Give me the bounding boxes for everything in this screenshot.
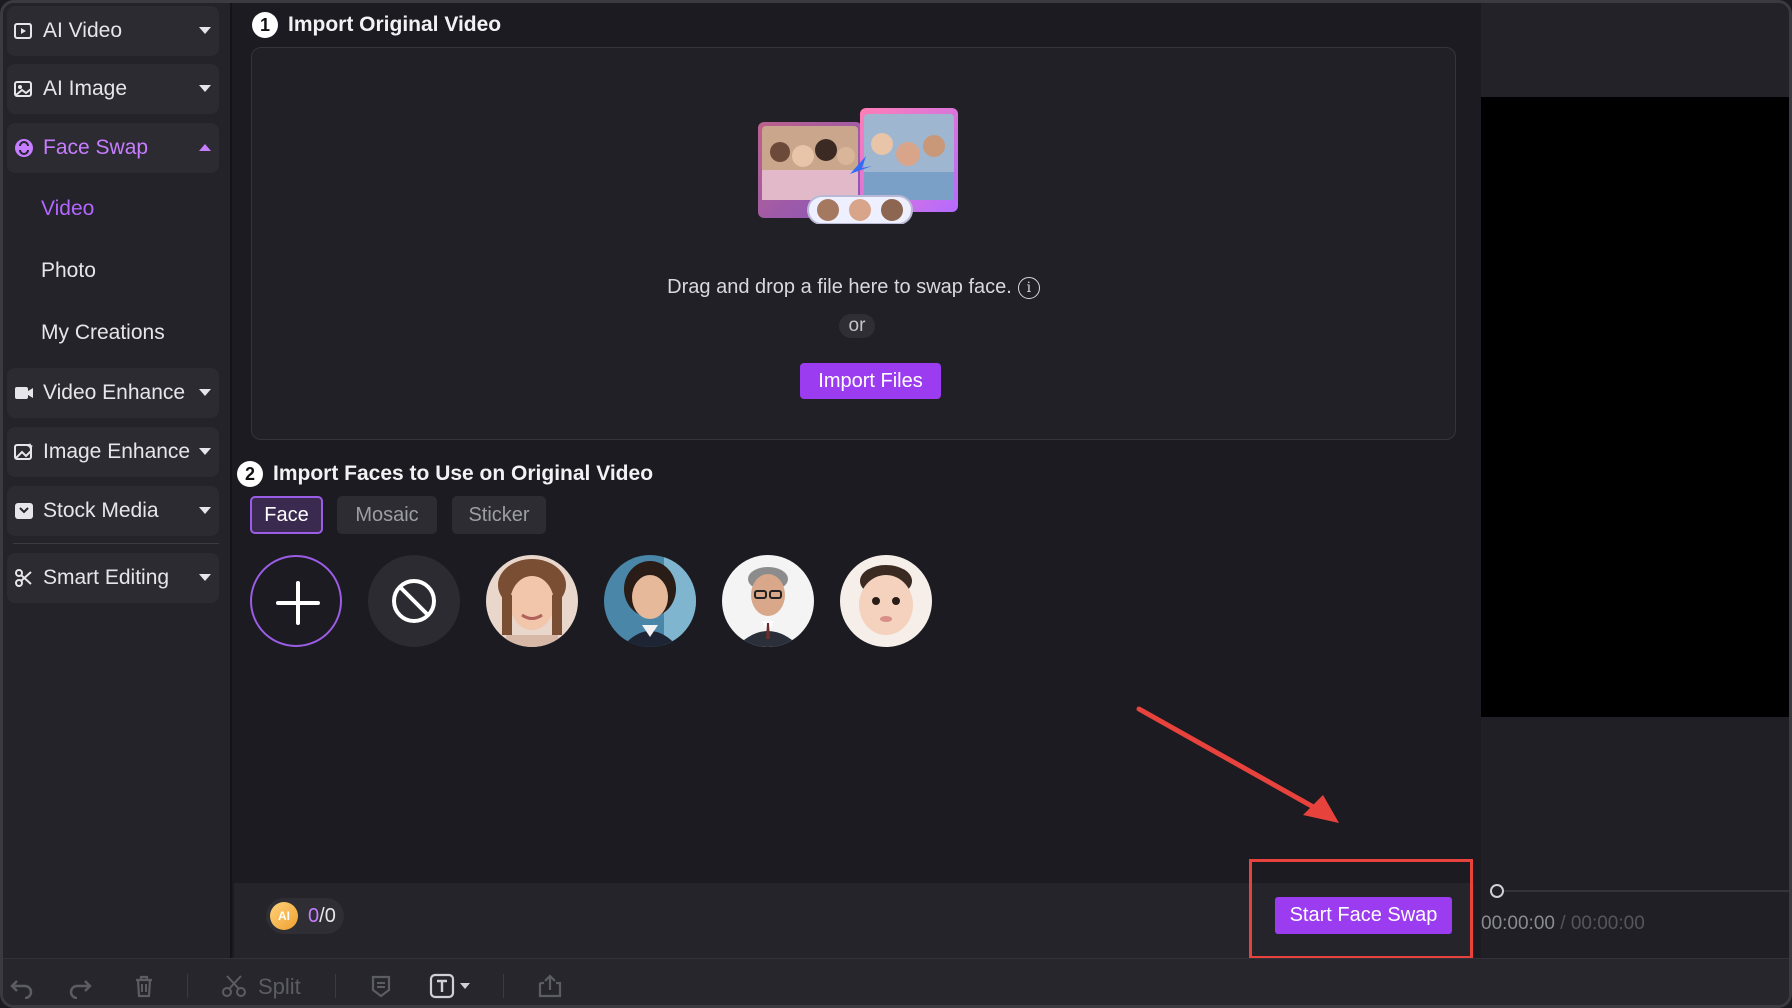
no-face-option[interactable] — [368, 555, 460, 647]
tab-sticker[interactable]: Sticker — [452, 496, 546, 534]
chevron-down-icon — [199, 85, 211, 92]
chevron-down-icon — [199, 27, 211, 34]
step1-heading: 1 Import Original Video — [252, 12, 501, 38]
face-avatar-image — [840, 555, 932, 647]
svg-text:+: + — [28, 22, 32, 29]
credit-used: 0 — [308, 904, 320, 927]
redo-icon[interactable] — [65, 971, 95, 1001]
step2-title: Import Faces to Use on Original Video — [273, 462, 654, 485]
step1-title: Import Original Video — [288, 13, 502, 36]
sidebar-item-smart-editing[interactable]: Smart Editing — [7, 553, 219, 603]
smart-editing-icon — [11, 565, 37, 591]
sidebar-item-ai-image[interactable]: AI Image — [7, 64, 219, 114]
face-avatar-image — [486, 555, 578, 647]
scissors-icon[interactable] — [219, 971, 249, 1001]
playback-scrubber-track[interactable] — [1493, 890, 1789, 892]
credit-balance: AI 0/0 — [266, 898, 344, 934]
video-enhance-icon — [11, 380, 37, 406]
ai-credit-icon: AI — [270, 902, 298, 930]
face-option-businesswoman[interactable] — [604, 555, 696, 647]
or-label: or — [839, 314, 875, 338]
credit-count: 0/0 — [308, 905, 336, 928]
drop-hint: Drag and drop a file here to swap face. i — [252, 276, 1455, 299]
current-time: 00:00:00 — [1481, 913, 1555, 934]
export-icon[interactable] — [535, 971, 565, 1001]
split-label[interactable]: Split — [258, 974, 301, 1000]
sidebar-item-ai-video[interactable]: + AI Video — [7, 6, 219, 56]
info-icon[interactable]: i — [1017, 276, 1040, 299]
toolbar-divider — [187, 974, 188, 998]
sidebar-item-label: Face Swap — [43, 136, 149, 159]
step-number: 2 — [237, 461, 263, 487]
image-enhance-icon — [11, 439, 37, 465]
ai-image-icon — [11, 76, 37, 102]
red-highlight-annotation — [1249, 859, 1473, 959]
undo-icon[interactable] — [7, 971, 37, 1001]
sidebar-item-video-enhance[interactable]: Video Enhance — [7, 368, 219, 418]
video-drop-zone[interactable]: Drag and drop a file here to swap face. i… — [251, 47, 1456, 440]
total-time: 00:00:00 — [1570, 913, 1645, 934]
tab-mosaic[interactable]: Mosaic — [337, 496, 437, 534]
face-avatar-image — [722, 555, 814, 647]
step2-heading: 2 Import Faces to Use on Original Video — [237, 461, 653, 487]
sidebar-item-label: Stock Media — [43, 499, 159, 522]
group-photo-illustration — [758, 108, 958, 224]
plus-icon — [276, 581, 320, 625]
sidebar: + AI Video AI Image Face Swap Video Phot… — [3, 3, 232, 958]
sidebar-item-image-enhance[interactable]: Image Enhance — [7, 427, 219, 477]
import-files-button[interactable]: Import Files — [800, 363, 941, 399]
credit-total: 0 — [324, 904, 336, 927]
editing-toolbar: Split — [3, 958, 1789, 1005]
sidebar-subitem-photo[interactable]: Photo — [41, 259, 96, 283]
preview-panel — [1481, 3, 1789, 958]
ai-video-icon: + — [11, 18, 37, 44]
sidebar-item-label: Smart Editing — [43, 566, 170, 589]
chevron-down-icon — [199, 507, 211, 514]
text-tool-icon[interactable] — [428, 971, 458, 1001]
chevron-down-icon — [199, 574, 211, 581]
prohibited-icon — [392, 579, 436, 623]
face-option-woman-smiling[interactable] — [486, 555, 578, 647]
sidebar-item-stock-media[interactable]: Stock Media — [7, 486, 219, 536]
preview-header — [1481, 3, 1789, 97]
sidebar-subitem-video[interactable]: Video — [41, 197, 94, 221]
preview-screen — [1481, 97, 1789, 717]
sidebar-item-label: AI Video — [43, 19, 123, 42]
caret-down-icon[interactable] — [458, 971, 472, 1001]
sidebar-subitem-my-creations[interactable]: My Creations — [41, 321, 165, 345]
face-swap-icon — [11, 135, 37, 161]
app-window: + AI Video AI Image Face Swap Video Phot… — [0, 0, 1792, 1008]
time-separator: / — [1554, 913, 1571, 934]
red-arrow-annotation — [1136, 706, 1339, 823]
face-option-businessman[interactable] — [722, 555, 814, 647]
sidebar-item-label: AI Image — [43, 77, 128, 100]
playback-scrubber-handle[interactable] — [1490, 884, 1504, 898]
preview-timecode: 00:00:00 / 00:00:00 — [1481, 913, 1645, 935]
add-face-button[interactable] — [250, 555, 342, 647]
step-number: 1 — [252, 12, 278, 38]
tab-face[interactable]: Face — [250, 496, 323, 534]
sidebar-item-label: Image Enhance — [43, 440, 191, 463]
face-option-baby[interactable] — [840, 555, 932, 647]
delete-icon[interactable] — [129, 971, 159, 1001]
sidebar-item-label: Video Enhance — [43, 381, 186, 404]
chevron-up-icon — [199, 144, 211, 151]
toolbar-divider — [335, 974, 336, 998]
sidebar-divider — [13, 543, 219, 544]
drop-hint-text: Drag and drop a file here to swap face. — [667, 276, 1012, 298]
face-avatar-image — [604, 555, 696, 647]
sidebar-item-face-swap[interactable]: Face Swap — [7, 123, 219, 173]
marker-icon[interactable] — [366, 971, 396, 1001]
stock-media-icon — [11, 498, 37, 524]
toolbar-divider — [503, 974, 504, 998]
chevron-down-icon — [199, 448, 211, 455]
chevron-down-icon — [199, 389, 211, 396]
